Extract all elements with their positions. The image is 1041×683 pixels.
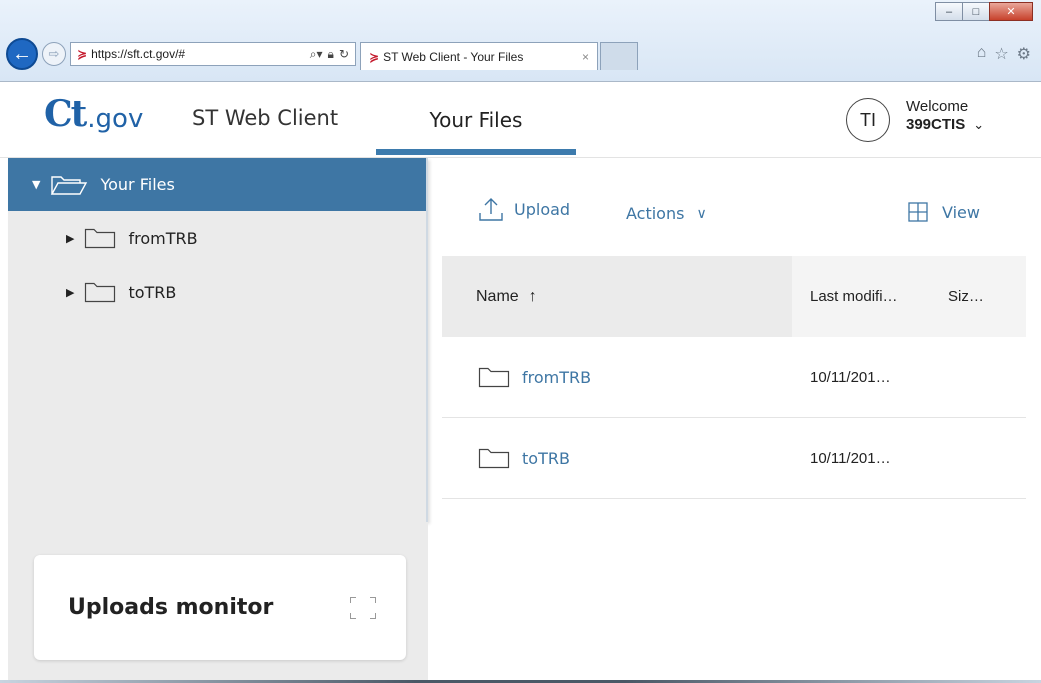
- folder-icon: [85, 228, 116, 249]
- view-label: View: [942, 202, 980, 222]
- folder-icon: [478, 448, 510, 469]
- uploads-monitor-card[interactable]: Uploads monitor: [34, 555, 406, 660]
- avatar[interactable]: TI: [846, 98, 890, 142]
- tree-item-label: toTRB: [128, 282, 177, 302]
- grid-view-icon: [908, 202, 928, 222]
- view-button[interactable]: View: [908, 202, 980, 222]
- folder-open-icon: [51, 175, 88, 195]
- uploads-monitor-panel: Uploads monitor: [8, 522, 428, 683]
- table-row[interactable]: fromTRB 10/11/201…: [442, 337, 1026, 418]
- table-row[interactable]: toTRB 10/11/201…: [442, 418, 1026, 499]
- user-menu[interactable]: Welcome 399CTIS ⌄: [906, 98, 984, 134]
- maximize-button[interactable]: □: [962, 2, 990, 21]
- chevron-down-icon: ⌄: [973, 117, 985, 132]
- column-header-size[interactable]: Siz…: [932, 256, 1026, 337]
- actions-label: Actions: [626, 204, 685, 223]
- browser-chrome: – □ ✕ ← ⇨ ≽ https://sft.ct.gov/# ⌕▾ 🔒︎ ↻…: [0, 0, 1041, 82]
- upload-button[interactable]: Upload: [478, 196, 570, 222]
- logo-gov-text: .gov: [87, 104, 144, 134]
- tab-favicon-icon: ≽: [369, 49, 380, 64]
- tree-item-label: fromTRB: [128, 228, 198, 248]
- browser-toolbar-icons: ⌂ ☆ ⚙: [977, 44, 1031, 64]
- upload-icon: [479, 198, 503, 221]
- gear-icon[interactable]: ⚙: [1017, 44, 1031, 64]
- file-name-link[interactable]: toTRB: [522, 449, 570, 468]
- expand-icon[interactable]: [350, 596, 376, 619]
- caret-right-icon[interactable]: ▶: [66, 286, 74, 299]
- actions-button[interactable]: Actions ∨: [626, 204, 707, 223]
- sidebar-folder-tree: ▼ Your Files ▶ fromTRB ▶ toTRB: [8, 158, 428, 522]
- tree-item-your-files[interactable]: ▼ Your Files: [8, 158, 426, 211]
- uploads-monitor-title: Uploads monitor: [68, 595, 274, 620]
- app-name: ST Web Client: [192, 106, 339, 130]
- window-controls: – □ ✕: [935, 2, 1033, 21]
- lock-icon[interactable]: 🔒︎: [328, 47, 334, 62]
- chevron-down-icon: ∨: [696, 205, 707, 222]
- active-tab-indicator: [376, 149, 576, 155]
- logo-ct-text: Ct: [44, 93, 87, 135]
- welcome-label: Welcome: [906, 98, 969, 115]
- column-header-name[interactable]: Name ↑: [442, 256, 792, 337]
- column-header-last-modified[interactable]: Last modifi…: [792, 256, 932, 337]
- username: 399CTIS: [906, 116, 966, 133]
- back-button[interactable]: ←: [6, 38, 38, 70]
- close-button[interactable]: ✕: [989, 2, 1033, 21]
- folder-icon: [478, 367, 510, 388]
- caret-down-icon[interactable]: ▼: [32, 178, 40, 191]
- column-name-label: Name: [476, 287, 519, 305]
- folder-icon: [85, 282, 116, 303]
- address-url[interactable]: https://sft.ct.gov/#: [91, 47, 305, 61]
- search-dropdown-icon[interactable]: ⌕▾: [310, 47, 323, 62]
- tab-your-files[interactable]: Your Files: [376, 82, 576, 158]
- minimize-button[interactable]: –: [935, 2, 963, 21]
- app-header: Ct .gov ST Web Client Your Files TI Welc…: [0, 82, 1041, 158]
- file-modified-cell: 10/11/201…: [810, 449, 891, 467]
- caret-right-icon[interactable]: ▶: [66, 232, 74, 245]
- file-name-cell[interactable]: toTRB: [442, 447, 792, 469]
- file-name-link[interactable]: fromTRB: [522, 368, 591, 387]
- new-tab-button[interactable]: [600, 42, 638, 70]
- site-flag-icon: ≽: [77, 47, 88, 61]
- tree-item-totrb[interactable]: ▶ toTRB: [8, 265, 426, 319]
- tree-item-fromtrb[interactable]: ▶ fromTRB: [8, 211, 426, 265]
- file-toolbar: Upload Actions ∨ View: [442, 190, 1032, 240]
- forward-button[interactable]: ⇨: [42, 42, 66, 66]
- sort-ascending-icon: ↑: [528, 287, 537, 305]
- username-dropdown[interactable]: 399CTIS ⌄: [906, 116, 984, 134]
- refresh-icon[interactable]: ↻: [339, 47, 349, 61]
- tab-title: ST Web Client - Your Files: [383, 49, 524, 64]
- tab-close-icon[interactable]: ×: [582, 50, 589, 64]
- tree-item-label: Your Files: [100, 175, 175, 194]
- upload-label: Upload: [514, 199, 571, 219]
- star-icon[interactable]: ☆: [994, 44, 1008, 64]
- file-grid-header: Name ↑ Last modifi… Siz…: [442, 256, 1026, 337]
- file-name-cell[interactable]: fromTRB: [442, 366, 792, 388]
- file-modified-cell: 10/11/201…: [810, 368, 891, 386]
- ct-gov-logo[interactable]: Ct .gov: [44, 96, 143, 132]
- address-bar[interactable]: ≽ https://sft.ct.gov/# ⌕▾ 🔒︎ ↻: [70, 42, 356, 66]
- browser-tab-active[interactable]: ≽ ST Web Client - Your Files ×: [360, 42, 598, 70]
- home-icon[interactable]: ⌂: [977, 44, 987, 64]
